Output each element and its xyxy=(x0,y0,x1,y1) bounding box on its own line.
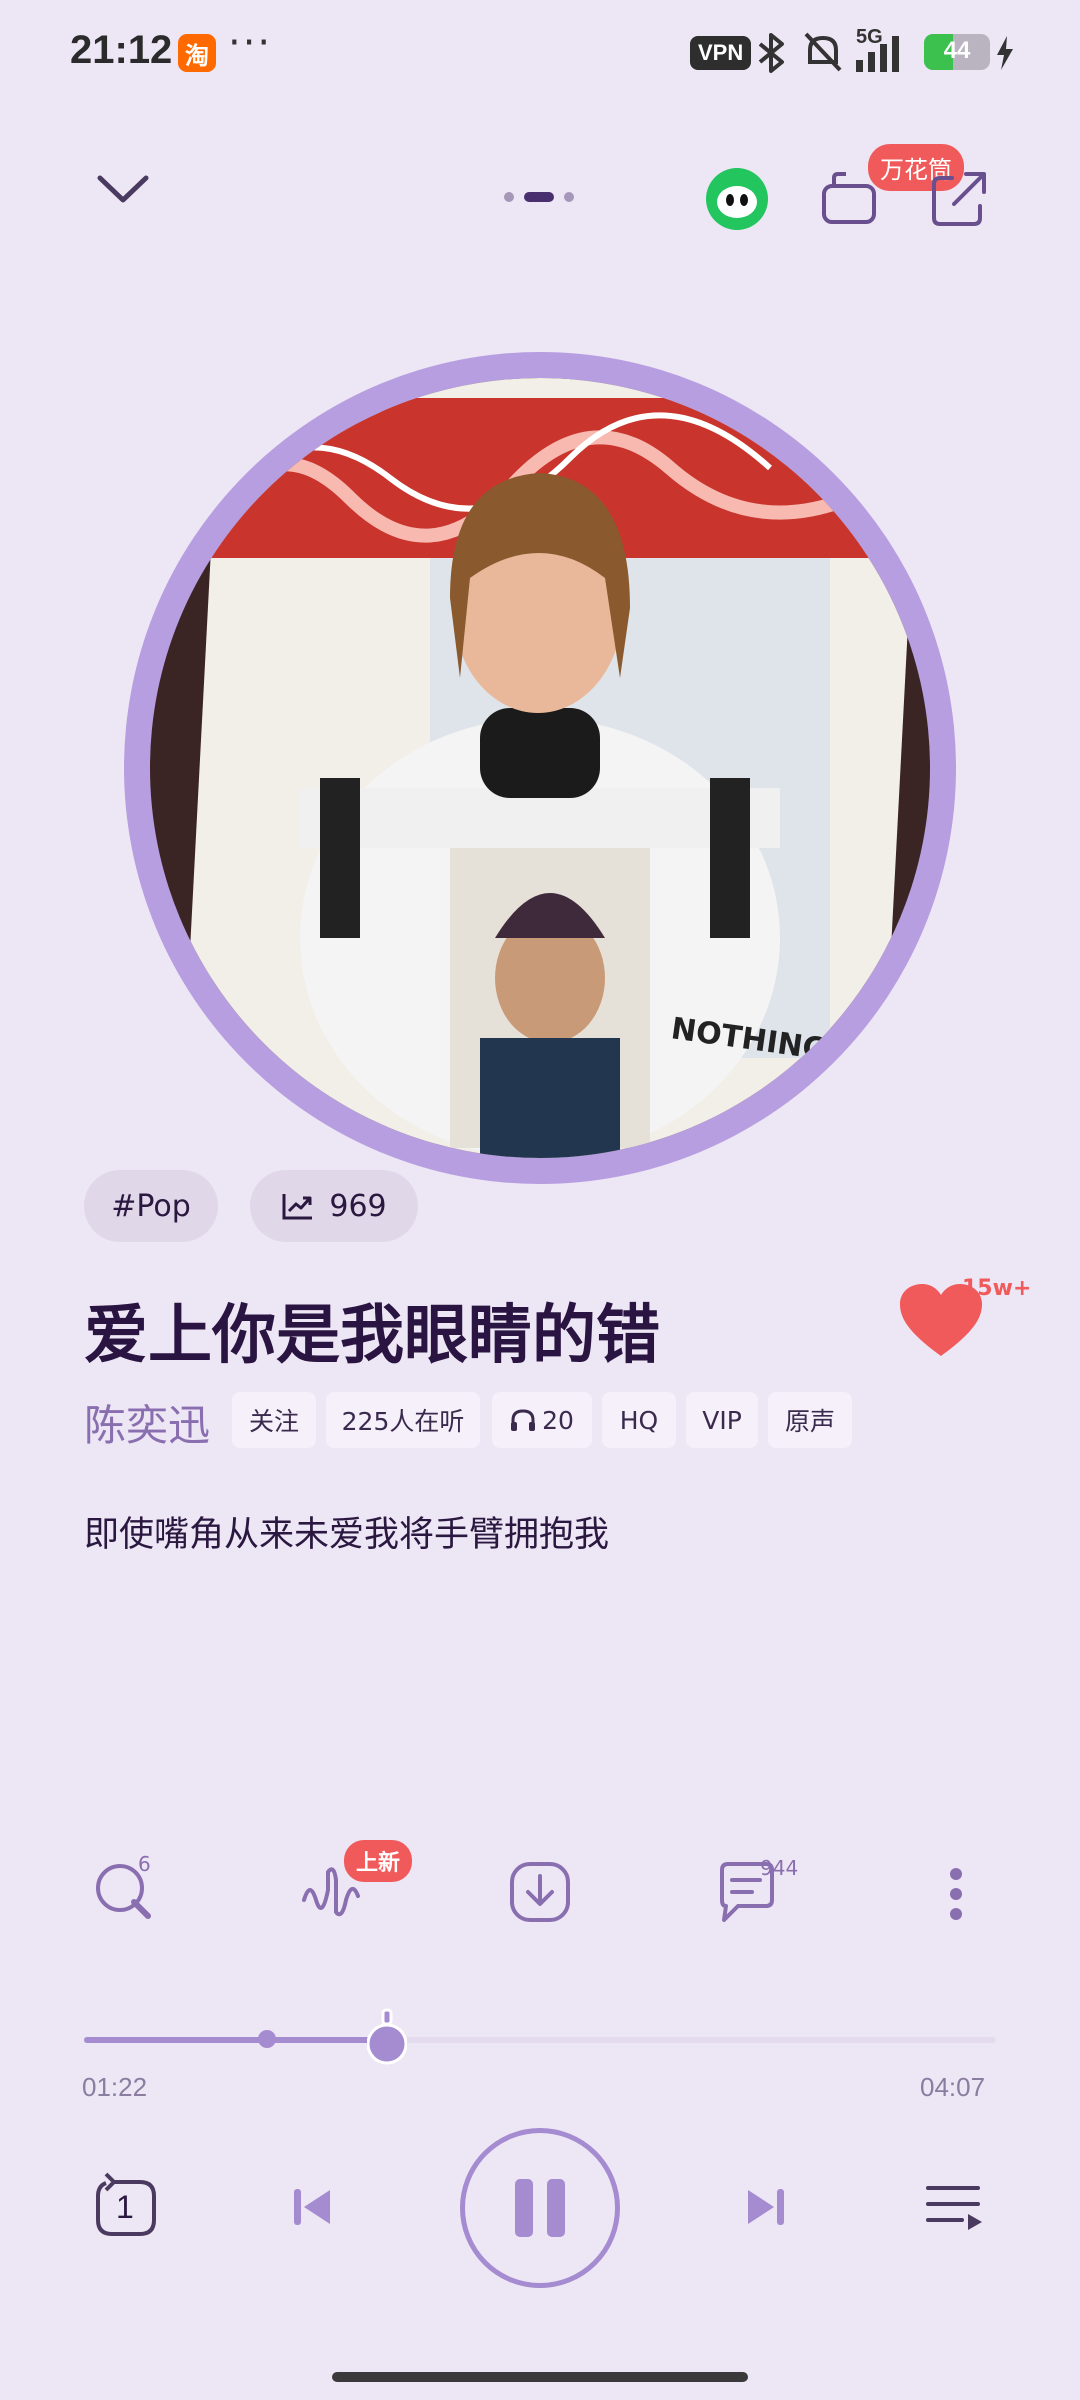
page-indicator xyxy=(504,192,574,202)
repeat-count: 1 xyxy=(116,2189,134,2225)
artist-name[interactable]: 陈奕迅 xyxy=(84,1392,210,1453)
charging-icon xyxy=(997,36,1013,70)
progress-fill xyxy=(84,2037,387,2043)
battery-icon: 44 xyxy=(924,34,990,70)
pause-button[interactable] xyxy=(460,2128,620,2288)
progress-scrubber[interactable] xyxy=(366,2008,407,2066)
vip-chip[interactable]: VIP xyxy=(686,1392,758,1448)
album-cover-image: NOTHING xyxy=(150,378,930,1158)
follow-chip[interactable]: 关注 xyxy=(232,1392,316,1448)
signal-icon xyxy=(856,36,899,72)
battery-level: 44 xyxy=(943,37,971,64)
previous-track-icon[interactable] xyxy=(292,2186,332,2228)
page-dot xyxy=(504,192,514,202)
pause-icon xyxy=(515,2179,565,2237)
trend-chart-icon xyxy=(282,1194,313,1220)
trend-tag[interactable]: 969 xyxy=(250,1170,418,1242)
more-options-icon[interactable] xyxy=(944,1860,968,1926)
mute-bell-icon xyxy=(804,32,842,72)
bluetooth-icon xyxy=(758,33,784,73)
playlist-queue-icon[interactable] xyxy=(924,2182,984,2236)
more-notifications-indicator: ··· xyxy=(228,20,273,66)
listen-together-count: 20 xyxy=(542,1405,574,1435)
listen-together-chip[interactable]: 20 xyxy=(492,1392,592,1448)
hq-chip[interactable]: HQ xyxy=(602,1392,676,1448)
taobao-notification-icon: 淘 xyxy=(178,34,216,72)
download-icon[interactable] xyxy=(508,1860,572,1924)
chorus-marker[interactable] xyxy=(258,2030,276,2048)
page-dot xyxy=(564,192,574,202)
song-title: 爱上你是我眼睛的错 xyxy=(84,1299,660,1373)
genre-tag[interactable]: #Pop xyxy=(84,1170,218,1242)
current-time: 01:22 xyxy=(82,2072,148,2102)
current-lyric[interactable]: 即使嘴角从来未爱我将手臂拥抱我 xyxy=(84,1506,609,1557)
comment-count: 944 xyxy=(760,1856,799,1880)
headphones-icon xyxy=(511,1409,536,1431)
search-count: 6 xyxy=(138,1852,151,1876)
listeners-chip[interactable]: 225人在听 xyxy=(326,1392,480,1448)
trend-count: 969 xyxy=(329,1188,387,1224)
original-chip[interactable]: 原声 xyxy=(768,1392,852,1448)
like-count: 15w+ xyxy=(962,1276,1032,1301)
home-indicator[interactable] xyxy=(332,2372,748,2382)
repeat-one-button[interactable]: 1 xyxy=(92,2172,160,2240)
vpn-indicator: VPN xyxy=(690,36,752,70)
total-time: 04:07 xyxy=(920,2072,986,2102)
collapse-chevron-icon[interactable] xyxy=(96,172,150,208)
page-dot-active xyxy=(524,192,554,202)
new-badge: 上新 xyxy=(344,1840,413,1882)
share-icon[interactable] xyxy=(928,168,988,228)
status-time: 21:12 xyxy=(70,28,173,72)
mascot-frog-icon[interactable] xyxy=(706,168,768,230)
next-track-icon[interactable] xyxy=(746,2186,786,2228)
